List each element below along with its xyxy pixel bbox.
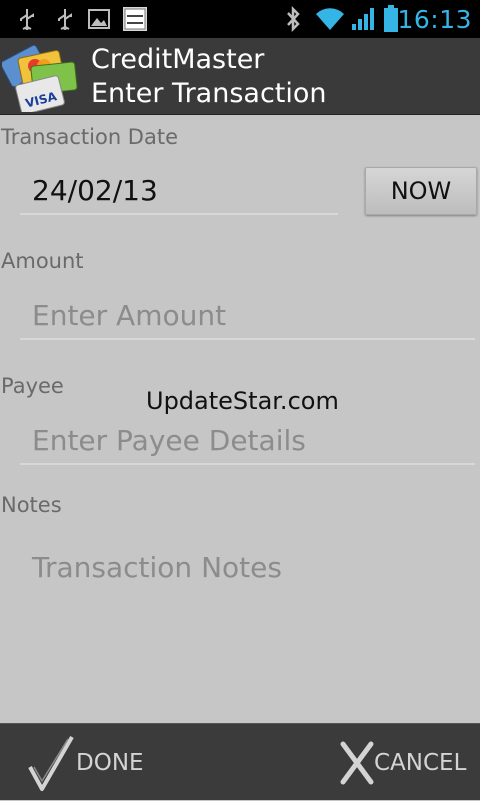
app-logo[interactable]: VISA: [0, 42, 78, 115]
transaction-form: Transaction Date 24/02/13 NOW Amount Ent…: [0, 115, 480, 723]
picture-icon: [86, 0, 112, 38]
clock: 16:13: [397, 4, 472, 34]
checkmark-icon: [26, 733, 76, 793]
payee-input[interactable]: Enter Payee Details: [20, 417, 475, 465]
signal-icon: [350, 0, 378, 38]
screen-title: Enter Transaction: [91, 78, 327, 109]
done-label: DONE: [76, 749, 144, 776]
notes-input[interactable]: Transaction Notes: [20, 543, 475, 591]
transaction-date-label: Transaction Date: [1, 125, 179, 149]
app-name: CreditMaster: [91, 44, 265, 75]
amount-label: Amount: [1, 249, 84, 273]
payee-label: Payee: [1, 374, 64, 398]
x-icon: [340, 741, 374, 785]
action-bar: VISA CreditMaster Enter Transaction: [0, 38, 480, 115]
amount-input[interactable]: Enter Amount: [20, 292, 475, 340]
wifi-icon: [313, 0, 347, 38]
cancel-label: CANCEL: [374, 749, 467, 776]
notes-label: Notes: [1, 493, 62, 517]
watermark: UpdateStar.com: [146, 387, 339, 415]
transaction-date-field[interactable]: 24/02/13: [20, 167, 338, 215]
status-bar: 16:13: [0, 0, 480, 38]
now-button[interactable]: NOW: [365, 167, 477, 215]
done-button[interactable]: DONE: [26, 724, 144, 801]
cancel-button[interactable]: CANCEL: [340, 724, 466, 801]
usb-icon: [12, 0, 42, 38]
bottom-action-bar: DONE CANCEL: [0, 723, 480, 800]
bluetooth-icon: [283, 0, 303, 38]
usb-icon: [50, 0, 80, 38]
basics-android-icon: [122, 0, 148, 38]
